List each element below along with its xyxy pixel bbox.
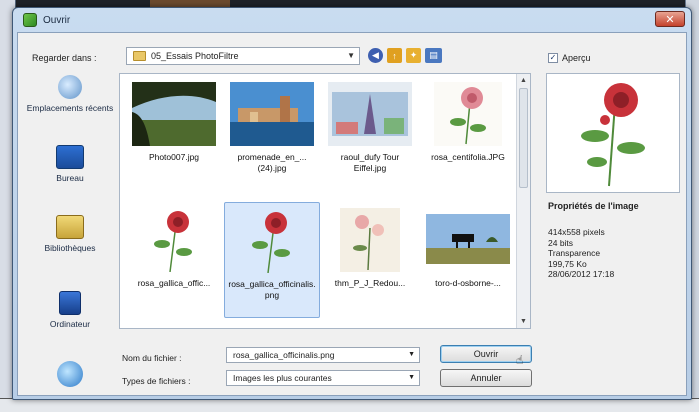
thumbnail-rosa-centifolia: [426, 82, 510, 146]
filetype-value: Images les plus courantes: [233, 373, 332, 383]
preview-checkbox[interactable]: ✓: [548, 53, 558, 63]
back-icon[interactable]: ◀: [368, 48, 383, 63]
close-button[interactable]: ✕: [655, 11, 685, 27]
thumbnail-rosa-gallica-1: [132, 208, 216, 273]
file-name: rosa_gallica_officinalis.png: [228, 279, 316, 300]
file-name: promenade_en_...(24).jpg: [237, 152, 307, 173]
folder-icon: [133, 51, 146, 61]
preview-pane: [546, 73, 680, 193]
preview-toggle[interactable]: ✓ Aperçu: [548, 53, 591, 63]
place-label: Bibliothèques: [44, 243, 96, 253]
recent-places-icon: [58, 75, 82, 99]
close-icon: ✕: [665, 13, 675, 26]
file-name: rosa_gallica_offic...: [137, 278, 211, 288]
scroll-up-icon[interactable]: ▲: [517, 74, 530, 87]
file-name: rosa_centifolia.JPG: [431, 152, 505, 162]
place-label: Ordinateur: [49, 319, 91, 329]
thumbnail-photo007: [132, 82, 216, 146]
filename-label: Nom du fichier :: [122, 353, 182, 363]
libraries-icon: [56, 215, 84, 239]
filename-field[interactable]: rosa_gallica_officinalis.png ▼: [226, 347, 420, 363]
file-list[interactable]: Photo007.jpg promenade_en_...(24).jpg ra…: [119, 73, 531, 329]
file-tile[interactable]: promenade_en_...(24).jpg: [224, 76, 320, 192]
place-network[interactable]: [24, 361, 116, 391]
file-name: raoul_dufy Tour Eiffel.jpg: [340, 152, 400, 173]
image-properties-title: Propriétés de l'image: [548, 201, 639, 211]
place-computer[interactable]: Ordinateur: [24, 291, 116, 329]
preview-rose-image: [581, 83, 645, 187]
dialog-title: Ouvrir: [43, 14, 71, 26]
property-file-size: 199,75 Ko: [548, 258, 587, 269]
look-in-combo[interactable]: 05_Essais PhotoFiltre ▼: [126, 47, 360, 65]
file-tile[interactable]: toro-d-osborne-...: [420, 202, 516, 318]
up-folder-icon[interactable]: ↑: [387, 48, 402, 63]
computer-icon: [59, 291, 81, 315]
desktop-icon: [56, 145, 84, 169]
property-date: 28/06/2012 17:18: [548, 269, 615, 279]
places-bar: Emplacements récents Bureau Bibliothèque…: [24, 73, 116, 393]
file-name: thm_P_J_Redou...: [334, 278, 406, 288]
thumbnail-promenade: [230, 82, 314, 146]
file-tile[interactable]: Photo007.jpg: [126, 76, 222, 192]
background-bottom-bar: [0, 398, 699, 412]
navigation-toolbar: ◀ ↑ ✦ ▤: [368, 48, 442, 63]
file-tile[interactable]: thm_P_J_Redou...: [322, 202, 418, 318]
file-tile-selected[interactable]: rosa_gallica_officinalis.png: [224, 202, 320, 318]
file-tile[interactable]: raoul_dufy Tour Eiffel.jpg: [322, 76, 418, 192]
look-in-label: Regarder dans :: [32, 53, 97, 63]
chevron-down-icon[interactable]: ▼: [408, 371, 415, 385]
file-tile[interactable]: rosa_gallica_offic...: [126, 202, 222, 318]
chevron-down-icon[interactable]: ▼: [408, 348, 415, 362]
image-properties-list: 414x558 pixels 24 bits Transparence 199,…: [548, 227, 614, 280]
property-bit-depth: 24 bits: [548, 237, 574, 248]
view-menu-icon[interactable]: ▤: [425, 48, 442, 63]
file-list-scrollbar[interactable]: ▲ ▼: [516, 74, 530, 328]
place-label: Emplacements récents: [26, 103, 114, 113]
file-name: toro-d-osborne-...: [435, 278, 501, 288]
network-icon: [57, 361, 83, 387]
place-label: Bureau: [56, 173, 84, 183]
filename-value: rosa_gallica_officinalis.png: [233, 350, 335, 360]
title-bar[interactable]: Ouvrir ✕: [13, 8, 691, 32]
property-dimensions: 414x558 pixels: [548, 227, 605, 237]
file-tile[interactable]: rosa_centifolia.JPG: [420, 76, 516, 192]
filetype-label: Types de fichiers :: [122, 376, 191, 386]
file-name: Photo007.jpg: [148, 152, 200, 162]
thumbnail-rosa-gallica-officinalis: [230, 209, 314, 274]
open-dialog: Ouvrir ✕ Regarder dans : 05_Essais Photo…: [12, 7, 692, 400]
scroll-thumb[interactable]: [519, 88, 528, 188]
mouse-cursor-icon: ☝: [516, 353, 524, 367]
thumbnail-toro-osborne: [426, 208, 510, 272]
cancel-button[interactable]: Annuler: [440, 369, 532, 387]
property-transparency: Transparence: [548, 248, 601, 258]
thumbnail-raoul-dufy: [328, 82, 412, 146]
scroll-down-icon[interactable]: ▼: [517, 315, 530, 328]
new-folder-icon[interactable]: ✦: [406, 48, 421, 63]
photofiltre-app-icon: [23, 13, 37, 27]
dialog-client-area: Regarder dans : 05_Essais PhotoFiltre ▼ …: [17, 32, 687, 396]
thumbnail-thm-redoute: [328, 208, 412, 272]
look-in-value: 05_Essais PhotoFiltre: [151, 51, 239, 61]
chevron-down-icon: ▼: [347, 51, 355, 60]
filetype-select[interactable]: Images les plus courantes ▼: [226, 370, 420, 386]
place-recent[interactable]: Emplacements récents: [24, 75, 116, 113]
preview-label: Aperçu: [562, 53, 591, 63]
place-libraries[interactable]: Bibliothèques: [24, 215, 116, 253]
place-desktop[interactable]: Bureau: [24, 145, 116, 183]
